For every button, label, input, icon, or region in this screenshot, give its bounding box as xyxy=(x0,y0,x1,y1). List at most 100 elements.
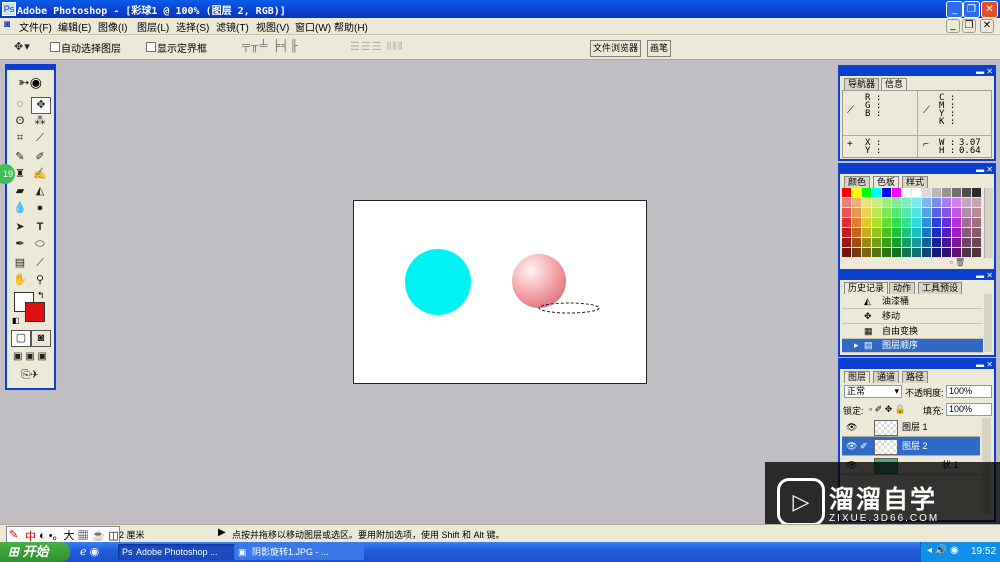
color-swatch[interactable] xyxy=(892,228,901,237)
tray-icons[interactable]: ◂ 🔊 ◉ xyxy=(927,545,959,556)
color-swatch[interactable] xyxy=(952,188,961,197)
tab-channels[interactable]: 通道 xyxy=(873,371,900,383)
color-swatch[interactable] xyxy=(872,208,881,217)
color-swatch[interactable] xyxy=(922,208,931,217)
color-swatch[interactable] xyxy=(942,198,951,207)
task-photoshop[interactable]: Ps Adobe Photoshop ... xyxy=(118,544,241,560)
color-swatch[interactable] xyxy=(882,198,891,207)
color-swatch[interactable] xyxy=(902,198,911,207)
history-item[interactable]: ▦ 自由变换 xyxy=(842,324,983,339)
color-swatch[interactable] xyxy=(902,248,911,257)
color-swatch[interactable] xyxy=(902,218,911,227)
menu-image[interactable]: 图像(I) xyxy=(98,19,127,34)
tab-navigator[interactable]: 导航器 xyxy=(844,78,880,90)
type-tool-icon[interactable]: T xyxy=(31,220,49,235)
history-item[interactable]: ✥ 移动 xyxy=(842,309,983,324)
selection-marquee[interactable] xyxy=(538,302,600,314)
color-swatch[interactable] xyxy=(842,218,851,227)
color-swatch[interactable] xyxy=(892,218,901,227)
color-swatch[interactable] xyxy=(962,228,971,237)
color-swatch[interactable] xyxy=(972,248,981,257)
menu-edit[interactable]: 编辑(E) xyxy=(58,19,91,34)
color-swatch[interactable] xyxy=(852,248,861,257)
color-swatch[interactable] xyxy=(922,198,931,207)
path-select-icon[interactable]: ➤ xyxy=(11,220,29,235)
color-swatch[interactable] xyxy=(912,228,921,237)
history-item[interactable]: ◭ 油漆桶 xyxy=(842,294,983,309)
fill-field[interactable]: 100% xyxy=(946,403,992,416)
color-swatch[interactable] xyxy=(842,228,851,237)
swatch-grid[interactable] xyxy=(842,188,982,258)
color-swatch[interactable] xyxy=(862,238,871,247)
color-swatch[interactable] xyxy=(952,218,961,227)
eyedropper-icon[interactable]: ⟋ xyxy=(31,256,49,271)
color-swatch[interactable] xyxy=(932,248,941,257)
brushes-tab[interactable]: 画笔 xyxy=(647,40,672,57)
layer-row[interactable]: 👁 图层 1 xyxy=(842,418,980,437)
tab-paths[interactable]: 路径 xyxy=(902,371,929,383)
color-swatch[interactable] xyxy=(862,208,871,217)
doc-restore-button[interactable]: ❐ xyxy=(962,19,976,33)
default-colors-icon[interactable]: ◧ xyxy=(12,316,20,325)
ime-toolbar[interactable]: ✎ 中 ◐ •。大 ▦ ☕ ◫ xyxy=(6,526,120,543)
color-swatch[interactable] xyxy=(842,248,851,257)
swap-colors-icon[interactable]: ↰ xyxy=(37,290,45,301)
healing-brush-icon[interactable]: ✎ xyxy=(11,150,29,165)
color-swatch[interactable] xyxy=(962,198,971,207)
menu-layer[interactable]: 图层(L) xyxy=(137,19,169,34)
color-swatch[interactable] xyxy=(872,248,881,257)
color-swatch[interactable] xyxy=(922,218,931,227)
color-swatch[interactable] xyxy=(952,228,961,237)
close-button[interactable]: ✕ xyxy=(981,1,998,18)
tab-tool-presets[interactable]: 工具预设 xyxy=(918,282,963,294)
menu-window[interactable]: 窗口(W) xyxy=(295,19,331,34)
color-swatch[interactable] xyxy=(902,188,911,197)
color-swatch[interactable] xyxy=(852,218,861,227)
start-button[interactable]: ⊞ 开始 xyxy=(0,542,70,562)
screen-mode-icons[interactable]: ▣ ▣ ▣ xyxy=(9,349,51,364)
layer-row-selected[interactable]: 👁 ✐ 图层 2 xyxy=(842,437,980,456)
color-swatch[interactable] xyxy=(922,188,931,197)
color-swatch[interactable] xyxy=(962,218,971,227)
swatches-scrollbar[interactable] xyxy=(984,188,993,258)
crop-tool-icon[interactable]: ⌗ xyxy=(11,131,29,146)
color-swatch[interactable] xyxy=(902,208,911,217)
panel-controls-icon[interactable]: ▬ ✕ xyxy=(976,360,993,369)
align-buttons-icon[interactable]: ╤╥╧ ╞╡╟ xyxy=(242,40,299,52)
magic-wand-icon[interactable]: ⁂ xyxy=(31,114,49,129)
color-swatch[interactable] xyxy=(862,188,871,197)
arrow-icon[interactable]: ▶ xyxy=(218,527,226,538)
zoom-tool-icon[interactable]: ⚲ xyxy=(31,273,49,288)
color-swatch[interactable] xyxy=(932,218,941,227)
color-swatch[interactable] xyxy=(972,208,981,217)
adobe-online-icon[interactable]: ➳◉ xyxy=(10,74,50,94)
color-swatch[interactable] xyxy=(972,188,981,197)
lasso-tool-icon[interactable]: ʘ xyxy=(11,114,29,129)
color-swatch[interactable] xyxy=(842,238,851,247)
photoshop-icon[interactable]: Ps xyxy=(2,2,16,16)
minimize-button[interactable]: _ xyxy=(946,1,963,18)
color-swatch[interactable] xyxy=(892,248,901,257)
color-swatch[interactable] xyxy=(972,228,981,237)
color-swatch[interactable] xyxy=(892,188,901,197)
dodge-tool-icon[interactable]: ● xyxy=(31,201,49,216)
color-swatch[interactable] xyxy=(882,208,891,217)
color-swatch[interactable] xyxy=(852,208,861,217)
color-swatch[interactable] xyxy=(912,208,921,217)
color-swatch[interactable] xyxy=(952,238,961,247)
color-swatch[interactable] xyxy=(882,248,891,257)
tab-history[interactable]: 历史记录 xyxy=(844,282,889,294)
background-color-swatch[interactable] xyxy=(25,302,45,322)
quick-mask-icon[interactable]: ◙ xyxy=(31,330,51,347)
notes-tool-icon[interactable]: ▤ xyxy=(11,256,29,271)
color-swatch[interactable] xyxy=(872,198,881,207)
color-swatch[interactable] xyxy=(892,238,901,247)
tab-swatches[interactable]: 色板 xyxy=(873,176,900,188)
paint-bucket-icon[interactable]: ◭ xyxy=(31,184,49,199)
color-swatch[interactable] xyxy=(942,238,951,247)
history-scrollbar[interactable] xyxy=(984,294,992,352)
color-swatch[interactable] xyxy=(942,188,951,197)
color-swatch[interactable] xyxy=(912,248,921,257)
jump-to-imageready-icon[interactable]: ⎘✈ xyxy=(11,368,49,383)
blur-tool-icon[interactable]: 💧 xyxy=(11,201,29,216)
